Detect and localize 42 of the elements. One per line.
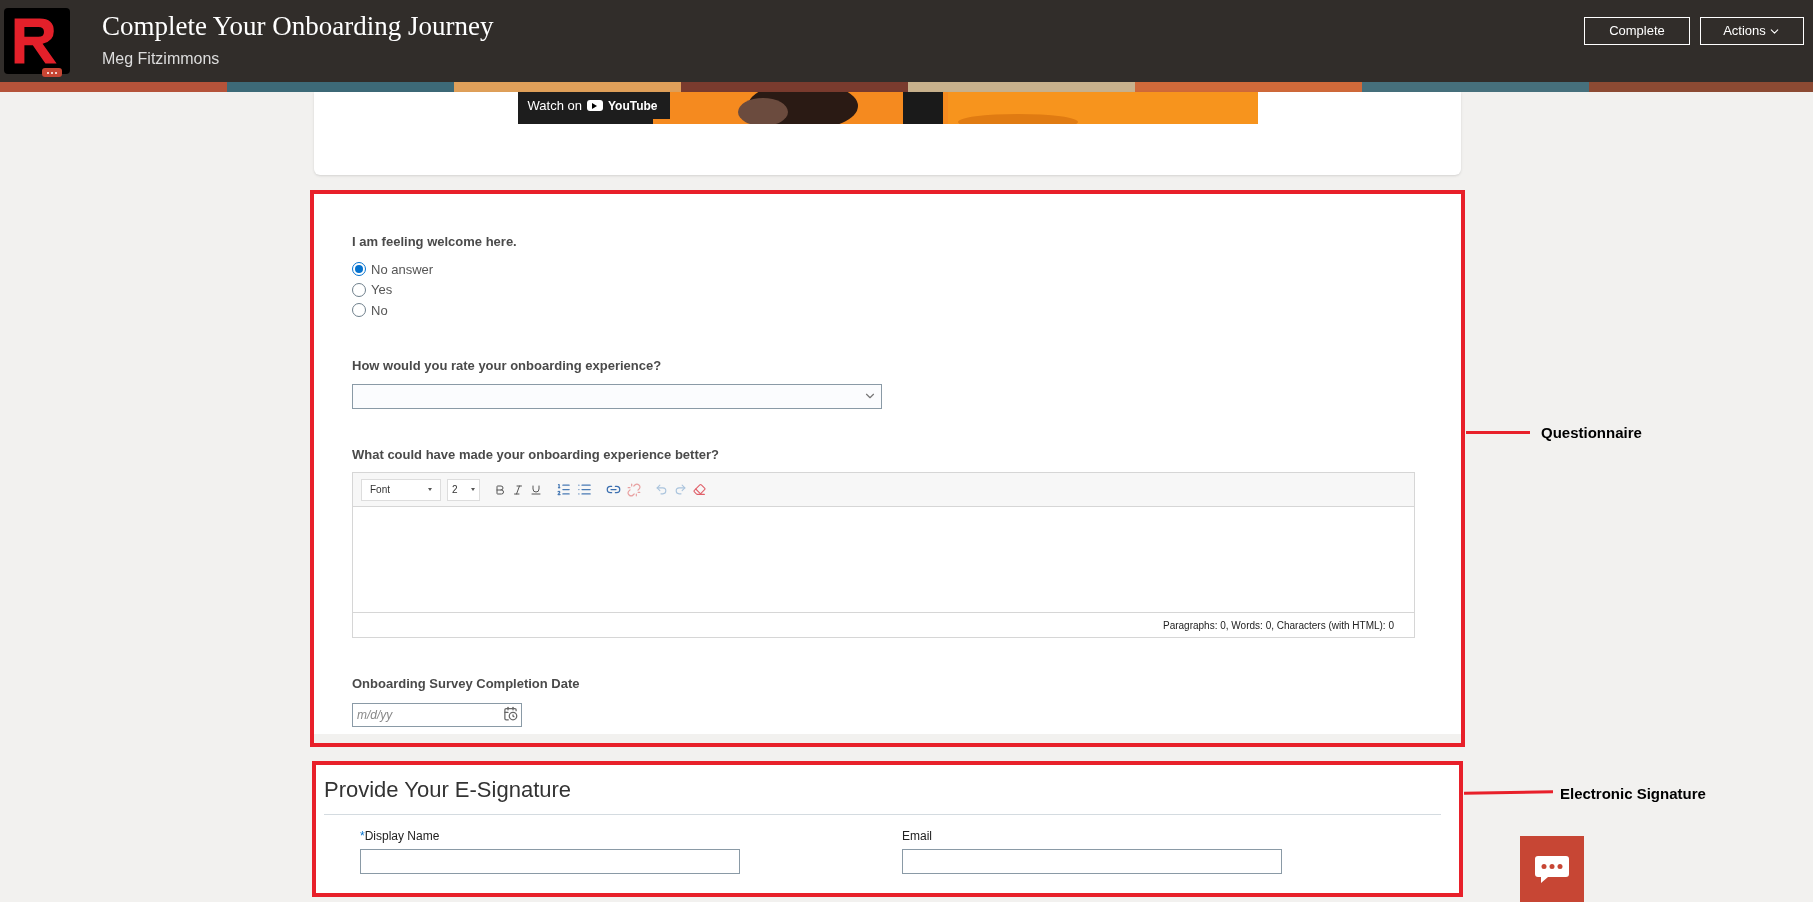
caret-icon [428,488,432,491]
size-dropdown[interactable]: 2 [447,478,480,501]
radio-label: No [371,301,388,320]
rating-dropdown[interactable] [352,383,882,409]
calendar-icon[interactable] [503,705,518,721]
radio-button[interactable] [352,282,366,297]
date-field[interactable]: m/d/yy [352,702,522,727]
radio-button[interactable] [352,303,366,318]
question-label: Onboarding Survey Completion Date [352,675,581,693]
text-field[interactable] [360,849,740,874]
question-label: I am feeling welcome here. [352,233,518,251]
complete-button[interactable]: Complete [1584,17,1690,45]
user-name: Meg Fitzimmons [102,49,221,69]
required-mark: * [360,828,365,845]
radio-button[interactable] [352,262,366,277]
annotation-label: Questionnaire [1541,423,1642,443]
page-title: Complete Your Onboarding Journey [102,11,494,41]
question-label: How would you rate your onboarding experience? [352,357,663,375]
caret-icon [471,488,475,491]
underline-icon[interactable] [530,483,542,496]
signature-title: Provide Your E-Signature [324,765,1441,815]
unlink-icon[interactable] [627,482,641,497]
field-label: Display Name [364,828,440,845]
font-dropdown[interactable]: Font [361,478,441,501]
radio-label: No answer [371,260,434,279]
eraser-icon[interactable] [693,483,706,496]
chat-bubble-icon [1534,854,1570,884]
numbered-list-icon[interactable] [556,482,571,497]
question-label: What could have made your onboarding experience better? [352,445,720,464]
italic-icon[interactable] [512,483,524,496]
logo-icon [4,8,70,74]
annotation-label: Electronic Signature [1560,784,1706,804]
radio-label: Yes [371,281,393,299]
field-label: Email [902,828,932,845]
text-field[interactable] [902,849,1282,874]
play-icon [586,100,603,111]
bold-icon[interactable] [494,483,506,496]
youtube-logo: YouTube [607,97,658,115]
bullet-list-icon[interactable] [577,482,592,497]
actions-button[interactable]: Actions [1700,17,1804,45]
chat-button[interactable] [1520,836,1584,902]
editor-status: Paragraphs: 0, Words: 0, Characters (with HTML): 0 [1163,618,1394,633]
